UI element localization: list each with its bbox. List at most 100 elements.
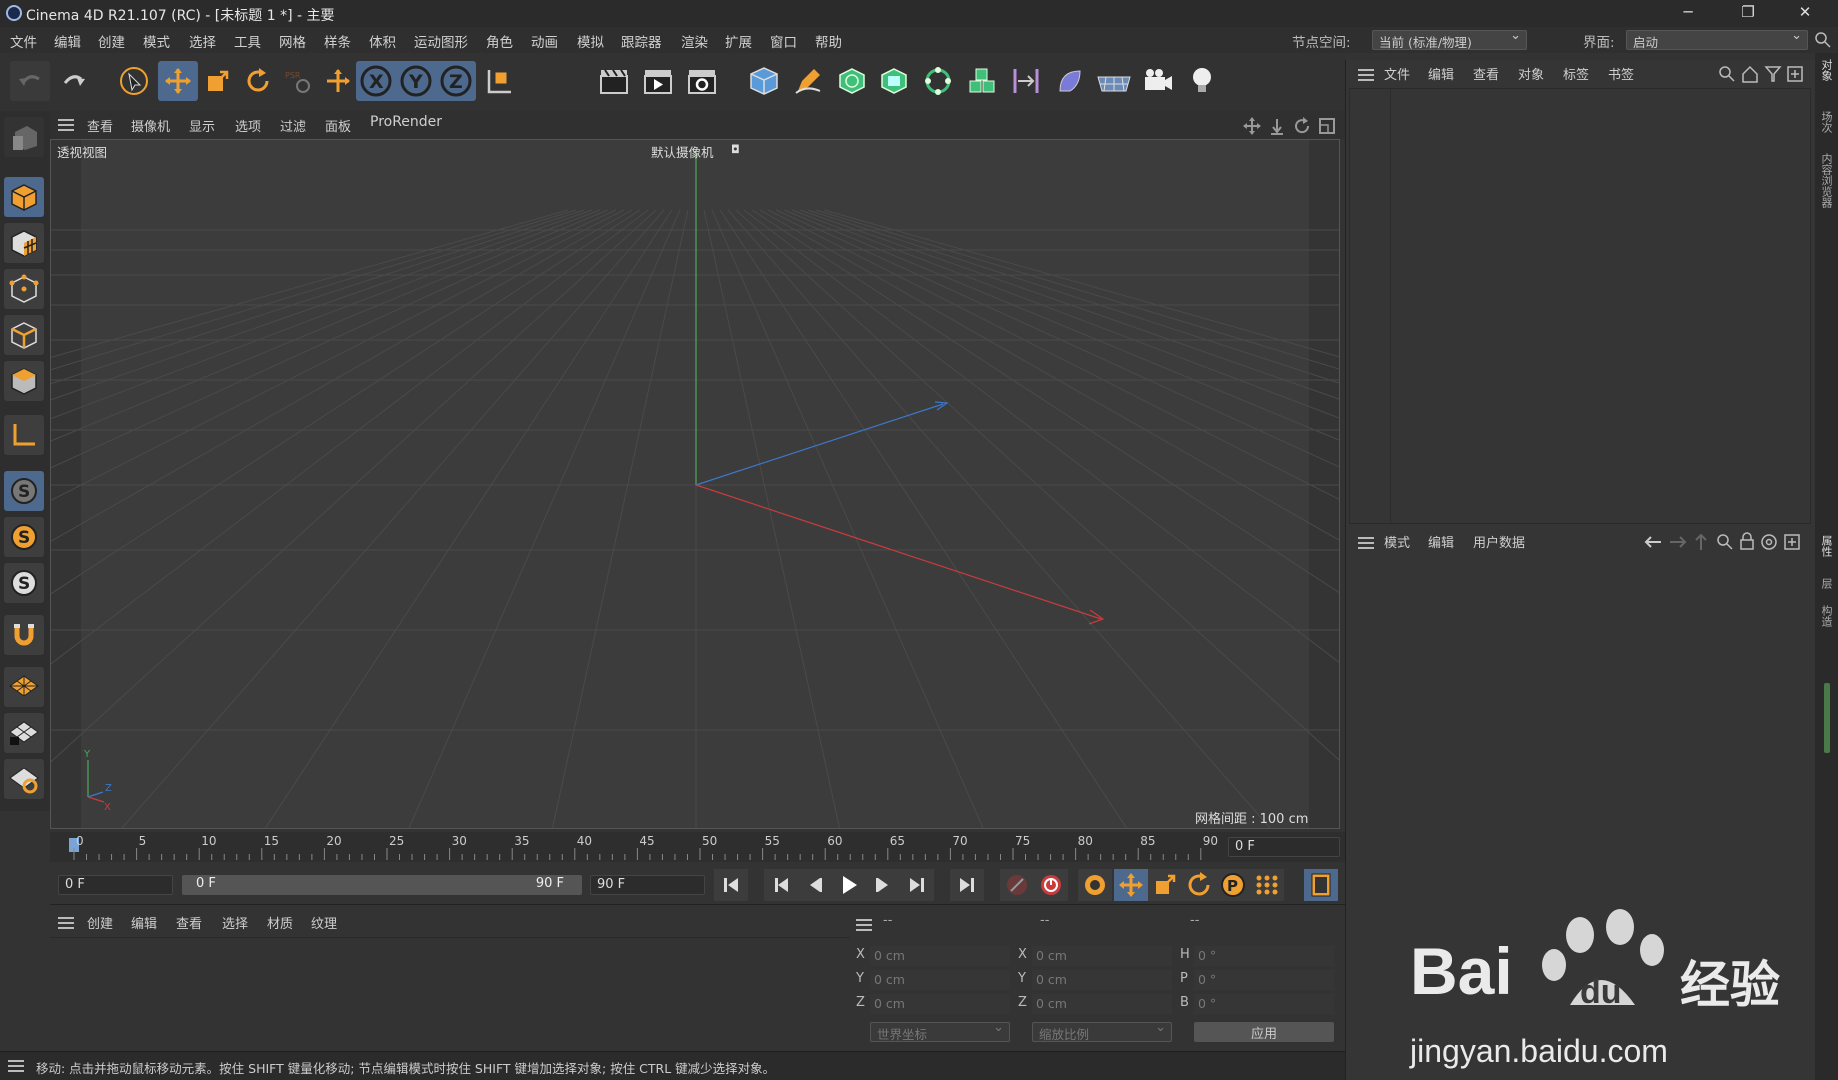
pos-x-field[interactable]: 0 cm xyxy=(870,946,1010,966)
object-search-icon[interactable] xyxy=(1719,66,1735,82)
menu-animate[interactable]: 动画 xyxy=(531,31,558,51)
viewport-menu-display[interactable]: 显示 xyxy=(189,116,215,135)
object-menu-view[interactable]: 查看 xyxy=(1473,64,1499,83)
current-frame-field[interactable]: 0 F xyxy=(1228,837,1340,857)
attribute-new-panel-icon[interactable] xyxy=(1783,533,1801,551)
redo-button[interactable] xyxy=(54,61,94,101)
live-selection-button[interactable] xyxy=(114,61,154,101)
viewport-menu-panel[interactable]: 面板 xyxy=(325,116,351,135)
menu-mesh[interactable]: 网格 xyxy=(279,31,306,51)
home-icon[interactable] xyxy=(1741,65,1759,83)
menu-render[interactable]: 渲染 xyxy=(681,31,708,51)
object-menu-icon[interactable] xyxy=(1358,69,1374,81)
timeline-window-button[interactable] xyxy=(1304,869,1338,901)
maximize-view-icon[interactable] xyxy=(1318,117,1336,135)
lock-y-button[interactable]: Y xyxy=(396,61,436,101)
pan-view-icon[interactable] xyxy=(1243,117,1261,135)
forward-arrow-icon[interactable] xyxy=(1668,534,1688,550)
menu-select[interactable]: 选择 xyxy=(189,31,216,51)
object-menu-objects[interactable]: 对象 xyxy=(1518,64,1544,83)
workplane-mode-button[interactable] xyxy=(4,415,44,455)
viewport-menu-filter[interactable]: 过滤 xyxy=(280,116,306,135)
menu-create[interactable]: 创建 xyxy=(98,31,125,51)
pen-tool-button[interactable] xyxy=(788,61,828,101)
workplane-rotate-button[interactable] xyxy=(4,759,44,799)
target-icon[interactable] xyxy=(1760,533,1778,551)
deformer-button[interactable] xyxy=(1006,61,1046,101)
attribute-menu-icon[interactable] xyxy=(1358,537,1374,549)
end-frame-field[interactable]: 90 F xyxy=(590,875,705,895)
menu-edit[interactable]: 编辑 xyxy=(54,31,81,51)
material-menu-view[interactable]: 查看 xyxy=(176,913,202,932)
rot-p-field[interactable]: 0 ° xyxy=(1194,970,1334,990)
viewport-menu-icon[interactable] xyxy=(58,119,74,131)
attribute-menu-user-data[interactable]: 用户数据 xyxy=(1473,532,1525,551)
tab-attributes[interactable]: 属性 xyxy=(1818,535,1834,557)
pos-y-field[interactable]: 0 cm xyxy=(870,970,1010,990)
viewport-menu-view[interactable]: 查看 xyxy=(87,116,113,135)
menu-character[interactable]: 角色 xyxy=(486,31,513,51)
solo-button[interactable]: S xyxy=(4,471,44,511)
cloner-button[interactable] xyxy=(918,61,958,101)
previous-key-button[interactable] xyxy=(764,869,798,901)
viewport-menu-prorender[interactable]: ProRender xyxy=(370,114,442,130)
coord-menu-icon[interactable] xyxy=(856,919,872,931)
model-mode-button[interactable] xyxy=(4,177,44,217)
zoom-view-icon[interactable] xyxy=(1268,117,1286,135)
texture-mode-button[interactable] xyxy=(4,223,44,263)
move-alt-button[interactable] xyxy=(318,61,358,101)
make-editable-button[interactable] xyxy=(4,117,44,157)
solo-single-button[interactable]: S xyxy=(4,517,44,557)
undo-button[interactable] xyxy=(10,61,50,101)
menu-tracker[interactable]: 跟踪器 xyxy=(621,31,662,51)
filter-icon[interactable] xyxy=(1764,65,1782,83)
solo-hierarchy-button[interactable]: S xyxy=(4,563,44,603)
material-menu-create[interactable]: 创建 xyxy=(87,913,113,932)
autokey-button[interactable] xyxy=(1034,869,1068,901)
tab-content-browser[interactable]: 内容浏览器 xyxy=(1818,153,1834,208)
frame-range-slider[interactable]: 0 F 90 F xyxy=(182,875,582,895)
new-panel-icon[interactable] xyxy=(1786,65,1804,83)
next-key-button[interactable] xyxy=(900,869,934,901)
perspective-viewport[interactable]: Y Z X 透视视图 默认摄像机 ◘ 网格间距 : 100 cm xyxy=(50,139,1340,829)
lock-x-button[interactable]: X xyxy=(356,61,396,101)
viewport-menu-cameras[interactable]: 摄像机 xyxy=(131,116,170,135)
go-to-end-button[interactable] xyxy=(950,869,984,901)
edges-mode-button[interactable] xyxy=(4,315,44,355)
tab-objects[interactable]: 对象 xyxy=(1818,59,1834,81)
tab-structure[interactable]: 构造 xyxy=(1818,605,1834,627)
scale-mode-dropdown[interactable]: 缩放比例 xyxy=(1032,1020,1172,1042)
move-tool-button[interactable] xyxy=(158,61,198,101)
size-z-field[interactable]: 0 cm xyxy=(1032,994,1172,1014)
scale-tool-button[interactable] xyxy=(198,61,238,101)
camera-button[interactable] xyxy=(1138,61,1178,101)
points-mode-button[interactable] xyxy=(4,269,44,309)
grid-button[interactable] xyxy=(4,667,44,707)
keyframe-selection-button[interactable] xyxy=(1078,869,1112,901)
previous-frame-button[interactable] xyxy=(798,869,832,901)
viewport-menu-options[interactable]: 选项 xyxy=(235,116,261,135)
node-space-dropdown[interactable]: 当前 (标准/物理) xyxy=(1372,28,1527,50)
minimize-button[interactable]: ─ xyxy=(1668,3,1708,25)
recent-tool-button[interactable]: PSR xyxy=(278,61,318,101)
up-arrow-icon[interactable] xyxy=(1693,533,1709,551)
menu-help[interactable]: 帮助 xyxy=(815,31,842,51)
menu-spline[interactable]: 样条 xyxy=(324,31,351,51)
floor-button[interactable] xyxy=(1094,61,1134,101)
size-x-field[interactable]: 0 cm xyxy=(1032,946,1172,966)
restore-button[interactable]: ❐ xyxy=(1728,3,1768,25)
rotate-tool-button[interactable] xyxy=(238,61,278,101)
object-menu-file[interactable]: 文件 xyxy=(1384,64,1410,83)
rot-h-field[interactable]: 0 ° xyxy=(1194,946,1334,966)
menu-volume[interactable]: 体积 xyxy=(369,31,396,51)
field-button[interactable] xyxy=(1050,61,1090,101)
polygons-mode-button[interactable] xyxy=(4,361,44,401)
material-menu-edit[interactable]: 编辑 xyxy=(131,913,157,932)
close-button[interactable]: ✕ xyxy=(1785,3,1825,25)
render-view-button[interactable] xyxy=(594,61,634,101)
tab-takes[interactable]: 场次 xyxy=(1818,111,1834,133)
light-button[interactable] xyxy=(1182,61,1222,101)
world-coords-dropdown[interactable]: 世界坐标 xyxy=(870,1020,1010,1042)
side-scroll-indicator[interactable] xyxy=(1824,683,1830,753)
snap-button[interactable] xyxy=(4,615,44,655)
